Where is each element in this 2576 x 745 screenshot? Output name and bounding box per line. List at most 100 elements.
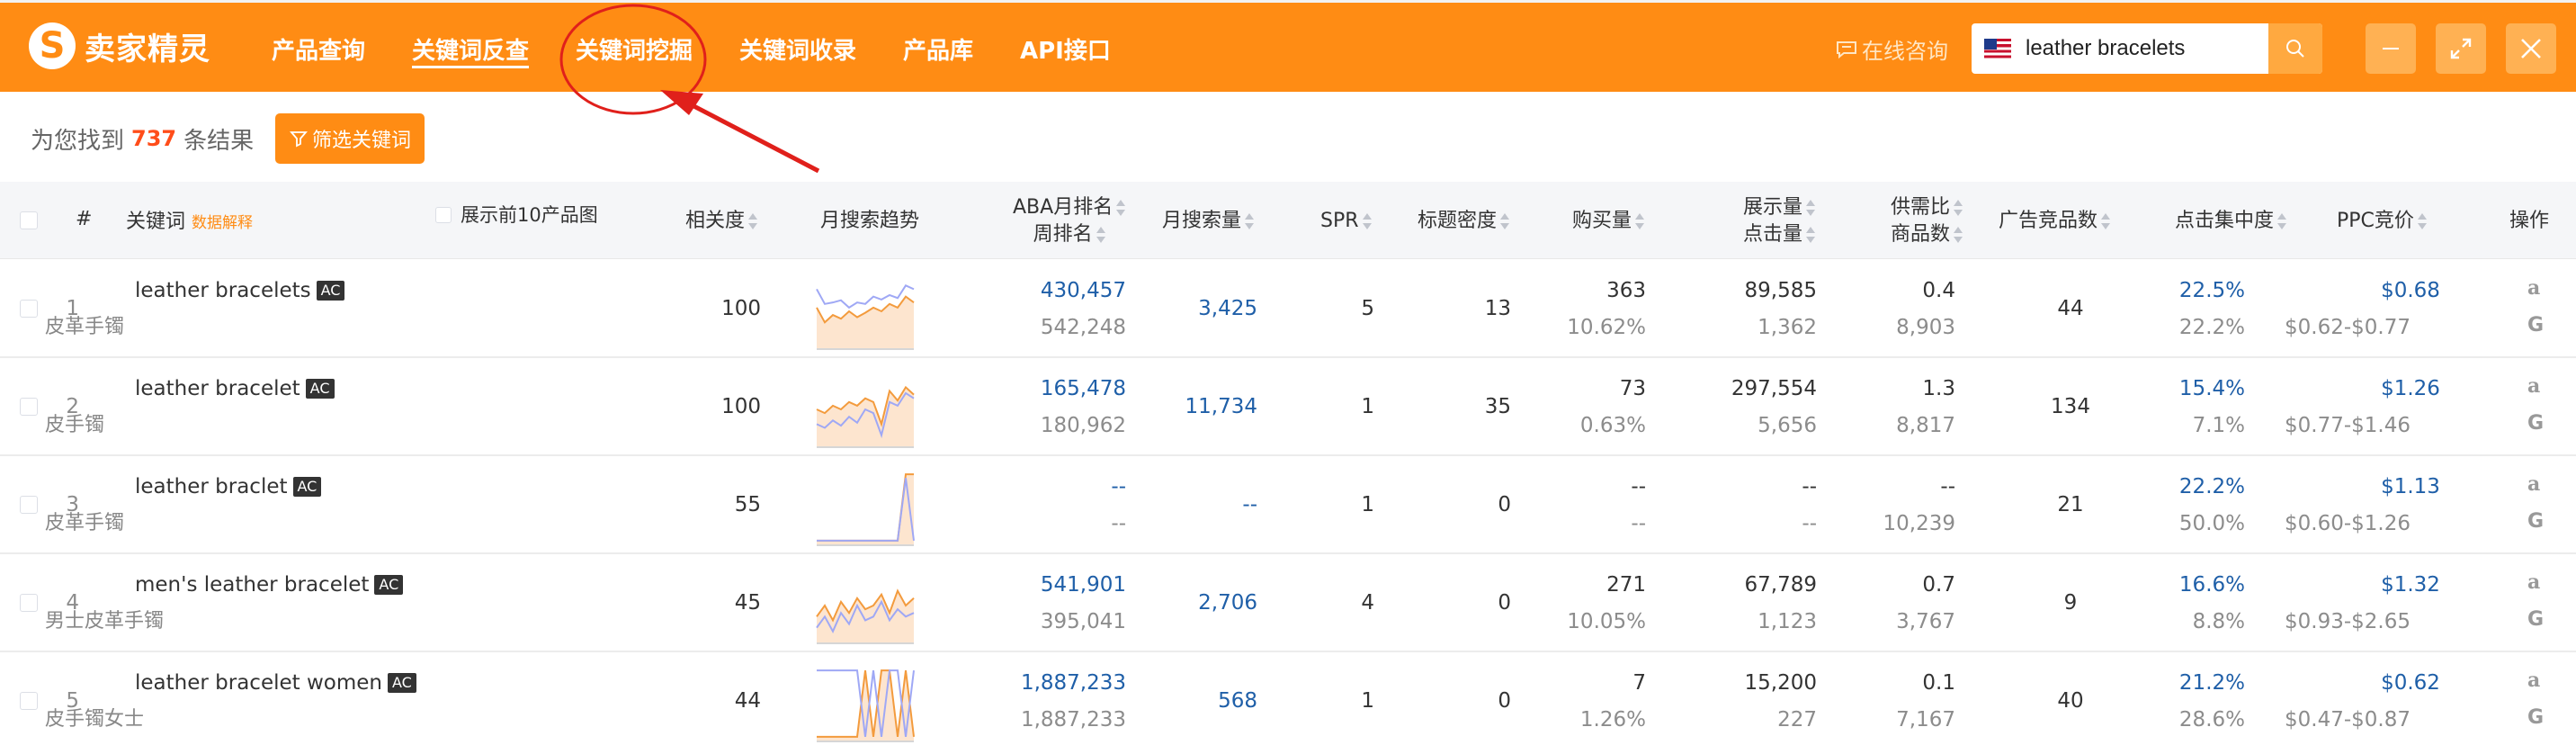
cell-ppc[interactable]: $1.26	[2321, 375, 2500, 402]
table-row[interactable]: 2 leather bracelet AC 皮手镯 100 165,478 180,962 1…	[0, 358, 2576, 456]
sort-icon	[1096, 227, 1105, 243]
header-click-concentration[interactable]: 点击集中度	[2175, 208, 2287, 235]
logo[interactable]: S 卖家精灵	[29, 22, 210, 69]
search-input[interactable]	[2026, 36, 2250, 61]
header-title-density[interactable]: 标题密度	[1418, 208, 1510, 235]
trend-sparkline[interactable]	[815, 565, 916, 644]
cell-purchase-rate: 10.05%	[1567, 610, 1646, 633]
keyword-cell[interactable]: leather bracelet AC	[135, 375, 335, 402]
trend-sparkline[interactable]	[815, 271, 916, 350]
us-flag-icon[interactable]	[1984, 39, 2011, 58]
filter-keywords-button[interactable]: 筛选关键词	[275, 113, 425, 164]
nav-item-keyword-index[interactable]: 关键词收录	[739, 32, 856, 66]
select-all-checkbox[interactable]	[20, 211, 38, 229]
cell-search[interactable]: 11,734	[1185, 393, 1257, 420]
trend-sparkline[interactable]	[815, 369, 916, 448]
cell-ads: 40	[2057, 689, 2084, 713]
show-top10-checkbox[interactable]	[435, 207, 452, 223]
keyword-cell[interactable]: leather braclet AC	[135, 473, 322, 500]
table-row[interactable]: 4 men's leather bracelet AC 男士皮革手镯 45 541,901…	[0, 554, 2576, 652]
keyword-text[interactable]: leather braclet	[135, 475, 288, 498]
row-checkbox[interactable]	[20, 496, 38, 514]
header-ppc[interactable]: PPC竞价	[2337, 208, 2427, 235]
cell-aba[interactable]: 1,887,233	[1021, 669, 1126, 696]
minimize-button[interactable]	[2366, 23, 2416, 74]
row-ops: aG	[2527, 465, 2544, 541]
cell-ppc[interactable]: $1.32	[2321, 571, 2500, 598]
nav-item-product-library[interactable]: 产品库	[903, 32, 973, 66]
table-row[interactable]: 1 leather bracelets AC 皮革手镯 100 430,457 542,24…	[0, 260, 2576, 358]
google-icon[interactable]: G	[2527, 601, 2544, 639]
row-checkbox[interactable]	[20, 398, 38, 416]
close-button[interactable]	[2506, 23, 2556, 74]
amazon-icon[interactable]: a	[2527, 269, 2544, 307]
keyword-data-explain-link[interactable]: 数据解释	[192, 214, 253, 232]
cell-conc[interactable]: 16.6%	[2179, 571, 2245, 598]
amazon-icon[interactable]: a	[2527, 367, 2544, 405]
keyword-cell[interactable]: men's leather bracelet AC	[135, 571, 404, 598]
header-spr[interactable]: SPR	[1320, 208, 1372, 235]
keyword-cell[interactable]: leather bracelet women AC	[135, 669, 416, 696]
cell-ppc-range: $0.47-$0.87	[2285, 708, 2411, 732]
table-row[interactable]: 3 leather braclet AC 皮革手镯 55 -- -- -- 1 0 -- -- -- --…	[0, 456, 2576, 554]
cell-aba[interactable]: 541,901	[1041, 571, 1126, 598]
google-icon[interactable]: G	[2527, 699, 2544, 737]
row-checkbox[interactable]	[20, 300, 38, 318]
amazon-icon[interactable]: a	[2527, 465, 2544, 503]
keyword-translation: 男士皮革手镯	[45, 610, 165, 633]
cell-search[interactable]: 568	[1218, 687, 1257, 714]
row-checkbox[interactable]	[20, 692, 38, 710]
cell-conc[interactable]: 22.2%	[2179, 473, 2245, 500]
keyword-text[interactable]: leather bracelet women	[135, 671, 382, 695]
cell-ppc[interactable]: $0.68	[2321, 277, 2500, 304]
cell-ppc[interactable]: $1.13	[2321, 473, 2500, 500]
cell-conc[interactable]: 21.2%	[2179, 669, 2245, 696]
table-row[interactable]: 5 leather bracelet women AC 皮手镯女士 44 1,887,23…	[0, 652, 2576, 745]
keyword-cell[interactable]: leather bracelets AC	[135, 277, 345, 304]
keyword-text[interactable]: leather bracelets	[135, 279, 311, 302]
sort-icon	[1806, 227, 1816, 243]
cell-conc[interactable]: 22.5%	[2179, 277, 2245, 304]
cell-conc2: 7.1%	[2192, 414, 2245, 437]
sort-icon	[1362, 213, 1372, 229]
keyword-text[interactable]: men's leather bracelet	[135, 573, 369, 597]
cell-aba[interactable]: --	[1111, 473, 1126, 500]
header-supply-demand[interactable]: 供需比 商品数	[1891, 194, 1963, 248]
google-icon[interactable]: G	[2527, 307, 2544, 345]
cell-search[interactable]: --	[1242, 491, 1257, 518]
keyword-text[interactable]: leather bracelet	[135, 377, 300, 400]
cell-purchase: 7	[1632, 671, 1646, 695]
nav-item-keyword-reverse[interactable]: 关键词反查	[412, 32, 529, 66]
nav-item-api[interactable]: API接口	[1020, 32, 1111, 66]
nav-item-keyword-mining[interactable]: 关键词挖掘	[576, 32, 693, 66]
cell-search[interactable]: 3,425	[1198, 295, 1257, 322]
cell-purchase-rate: 1.26%	[1579, 708, 1646, 732]
cell-conc[interactable]: 15.4%	[2179, 375, 2245, 402]
cell-aba[interactable]: 165,478	[1041, 375, 1126, 402]
header-relevance[interactable]: 相关度	[685, 208, 758, 235]
google-icon[interactable]: G	[2527, 503, 2544, 541]
header-ad-products[interactable]: 广告竞品数	[1999, 208, 2111, 235]
trend-sparkline[interactable]	[815, 467, 916, 546]
search-button[interactable]	[2268, 23, 2322, 74]
sort-icon	[1954, 227, 1963, 243]
maximize-button[interactable]	[2436, 23, 2486, 74]
google-icon[interactable]: G	[2527, 405, 2544, 443]
row-checkbox[interactable]	[20, 594, 38, 612]
cell-search[interactable]: 2,706	[1198, 589, 1257, 616]
sort-icon	[1635, 213, 1645, 229]
online-consult-link[interactable]: 在线咨询	[1835, 33, 1948, 65]
cell-aba[interactable]: 430,457	[1041, 277, 1126, 304]
cell-ppc[interactable]: $0.62	[2321, 669, 2500, 696]
keyword-translation: 皮革手镯	[45, 512, 125, 534]
header-monthly-search[interactable]: 月搜索量	[1162, 208, 1255, 235]
amazon-icon[interactable]: a	[2527, 661, 2544, 699]
amazon-icon[interactable]: a	[2527, 563, 2544, 601]
trend-sparkline[interactable]	[815, 663, 916, 742]
top-bar: S 卖家精灵 产品查询 关键词反查 关键词挖掘 关键词收录 产品库 API接口 …	[0, 0, 2576, 92]
header-purchases[interactable]: 购买量	[1572, 208, 1645, 235]
header-impressions-clicks[interactable]: 展示量 点击量	[1743, 194, 1816, 248]
nav-item-product-search[interactable]: 产品查询	[272, 32, 365, 66]
header-ppc-label: PPC竞价	[2337, 210, 2414, 232]
header-aba-rank[interactable]: ABA月排名 周排名	[1013, 194, 1126, 248]
